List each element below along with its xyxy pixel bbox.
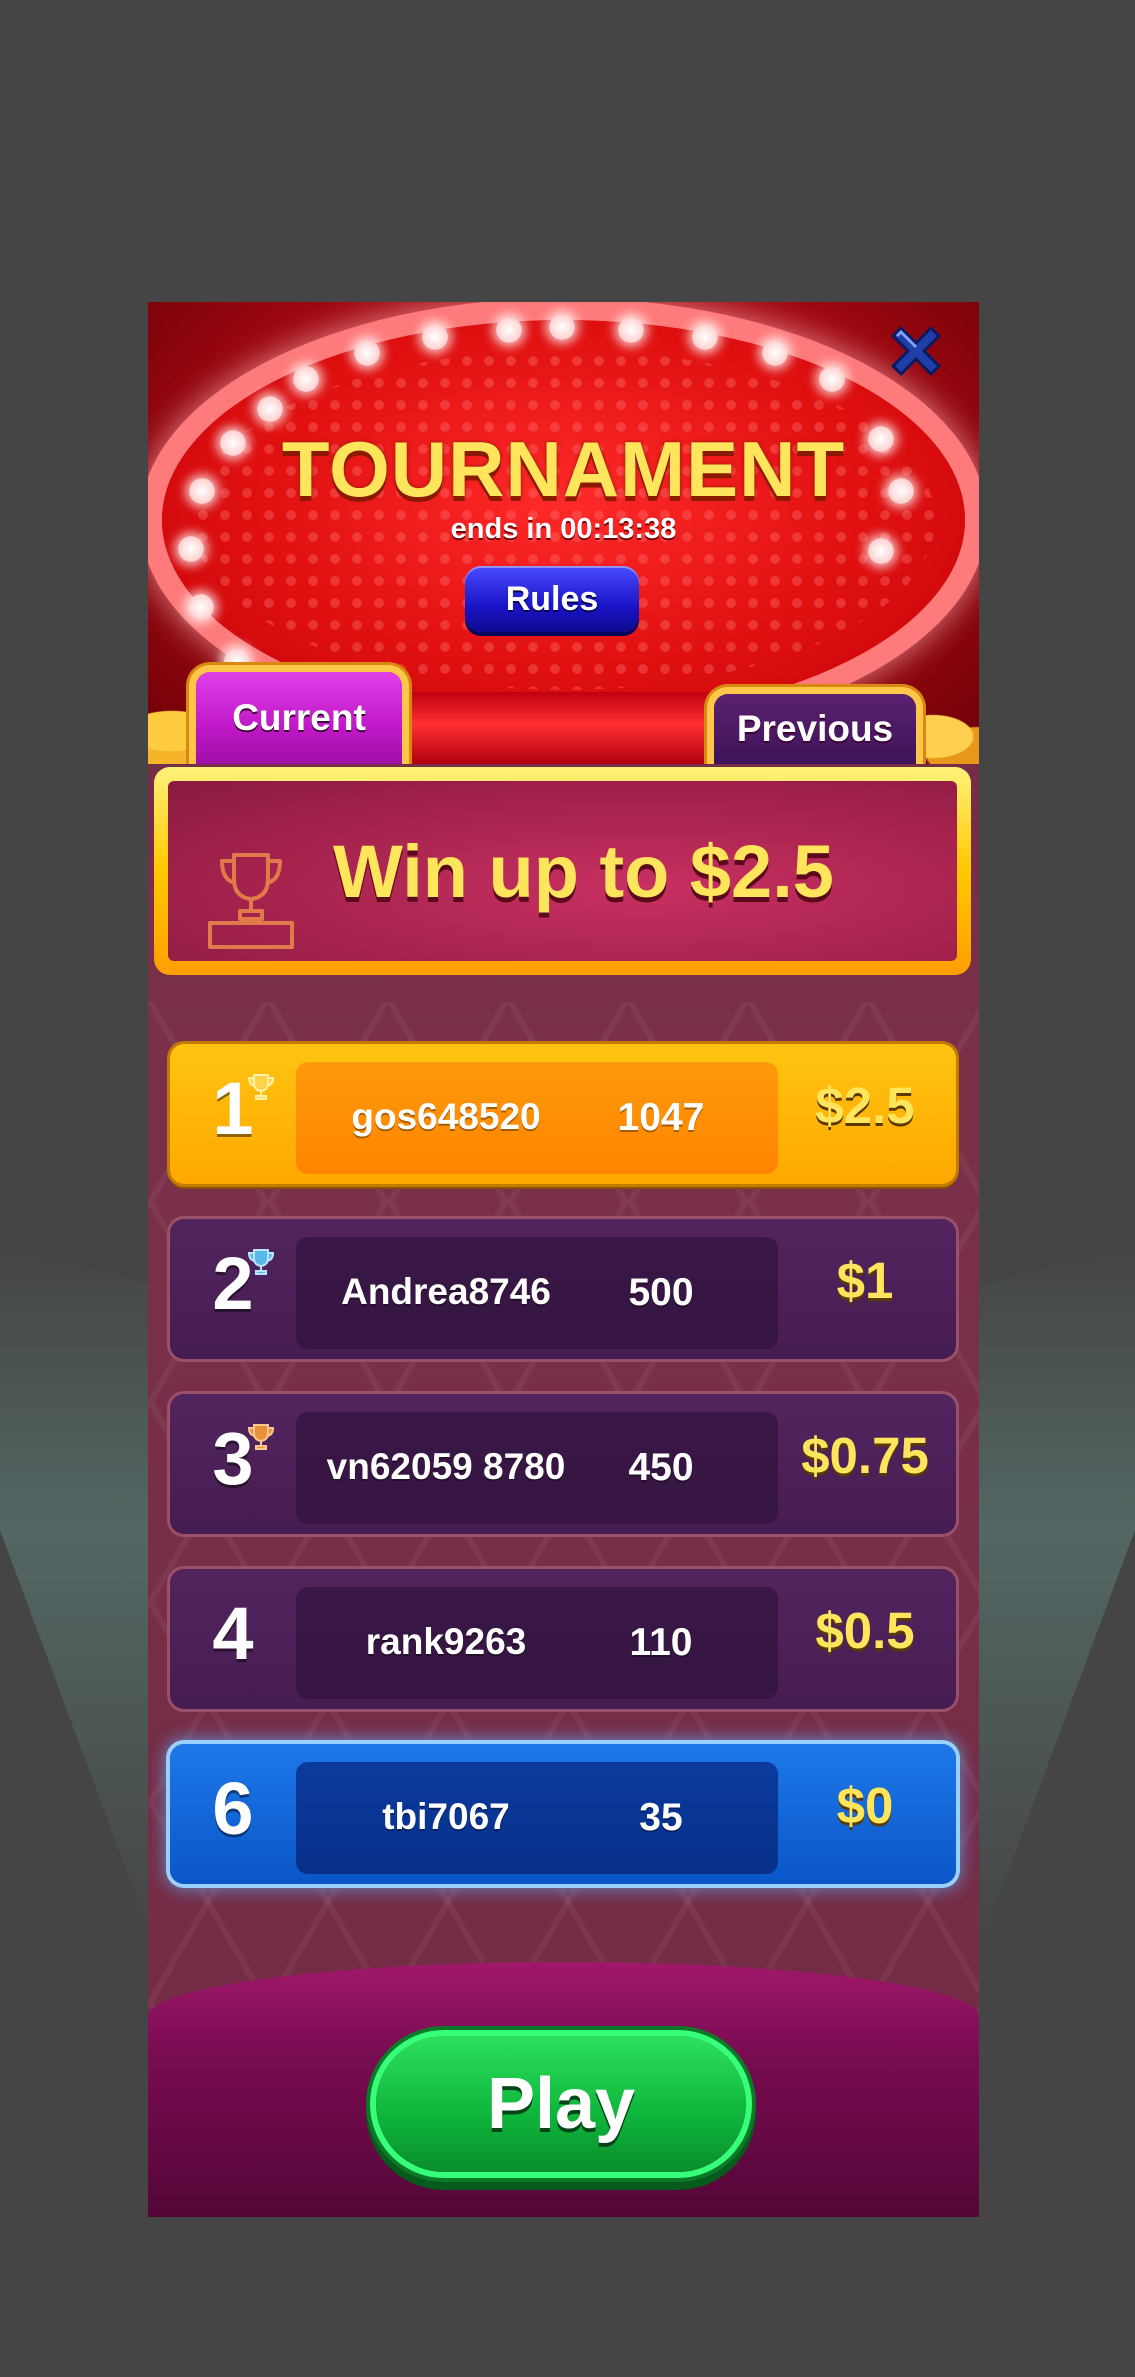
tournament-header: TOURNAMENT ends in 00:13:38 Rules Curren… [148,302,979,764]
leaderboard-row-current-user[interactable]: 6 tbi7067 35 $0 [170,1744,956,1884]
player-prize: $0 [836,1777,894,1834]
close-icon [891,326,941,376]
leaderboard-row[interactable]: 1 gos648520 1047 $2.5 [170,1044,956,1184]
player-name: rank9263 [365,1621,527,1662]
close-button[interactable] [883,318,949,384]
leaderboard-row[interactable]: 3 vn62059 8780 450 $0.75 [170,1394,956,1534]
bulb-light [257,396,283,422]
countdown-timer: ends in 00:13:38 [450,513,677,545]
rank-number: 6 [212,1767,254,1850]
tab-current[interactable]: Current [196,672,402,764]
tournament-title: TOURNAMENT [281,425,846,513]
bulb-light [618,317,644,343]
rank-number: 4 [212,1592,254,1675]
prize-banner: Win up to $2.5 [154,767,971,975]
player-name: gos648520 [351,1096,541,1137]
player-info: vn62059 8780 450 [296,1412,778,1524]
bulb-light [762,340,788,366]
play-button[interactable]: Play [376,2036,746,2172]
gold-trophy-icon [247,1074,275,1100]
player-prize: $0.5 [815,1602,915,1659]
silver-trophy-icon [247,1249,275,1275]
leaderboard-row[interactable]: 2 Andrea8746 500 $1 [170,1219,956,1359]
bulb-light [496,317,522,343]
bulb-light [188,594,214,620]
trophy-outline-icon [208,853,294,949]
tab-previous[interactable]: Previous [714,694,916,764]
bulb-light [354,340,380,366]
bulb-light [293,366,319,392]
player-info: Andrea8746 500 [296,1237,778,1349]
player-info: tbi7067 35 [296,1762,778,1874]
player-score: 450 [628,1446,694,1489]
player-prize: $2.5 [815,1077,915,1134]
player-score: 110 [629,1621,693,1664]
player-name: tbi7067 [382,1796,510,1837]
bulb-light [549,314,575,340]
player-score: 35 [639,1796,683,1839]
player-name: vn62059 8780 [326,1446,566,1487]
player-info: rank9263 110 [296,1587,778,1699]
bronze-trophy-icon [247,1424,275,1450]
leaderboard-row[interactable]: 4 rank9263 110 $0.5 [170,1569,956,1709]
bulb-light [692,324,718,350]
player-prize: $0.75 [801,1427,929,1484]
bulb-light [819,366,845,392]
tournament-panel: TOURNAMENT ends in 00:13:38 Rules Curren… [148,302,979,2217]
player-score: 1047 [617,1096,705,1139]
player-name: Andrea8746 [341,1271,551,1312]
player-score: 500 [628,1271,694,1314]
player-info: gos648520 1047 [296,1062,778,1174]
player-prize: $1 [836,1252,894,1309]
bulb-light [422,324,448,350]
rules-button[interactable]: Rules [465,566,639,632]
prize-banner-text: Win up to $2.5 [333,830,834,913]
